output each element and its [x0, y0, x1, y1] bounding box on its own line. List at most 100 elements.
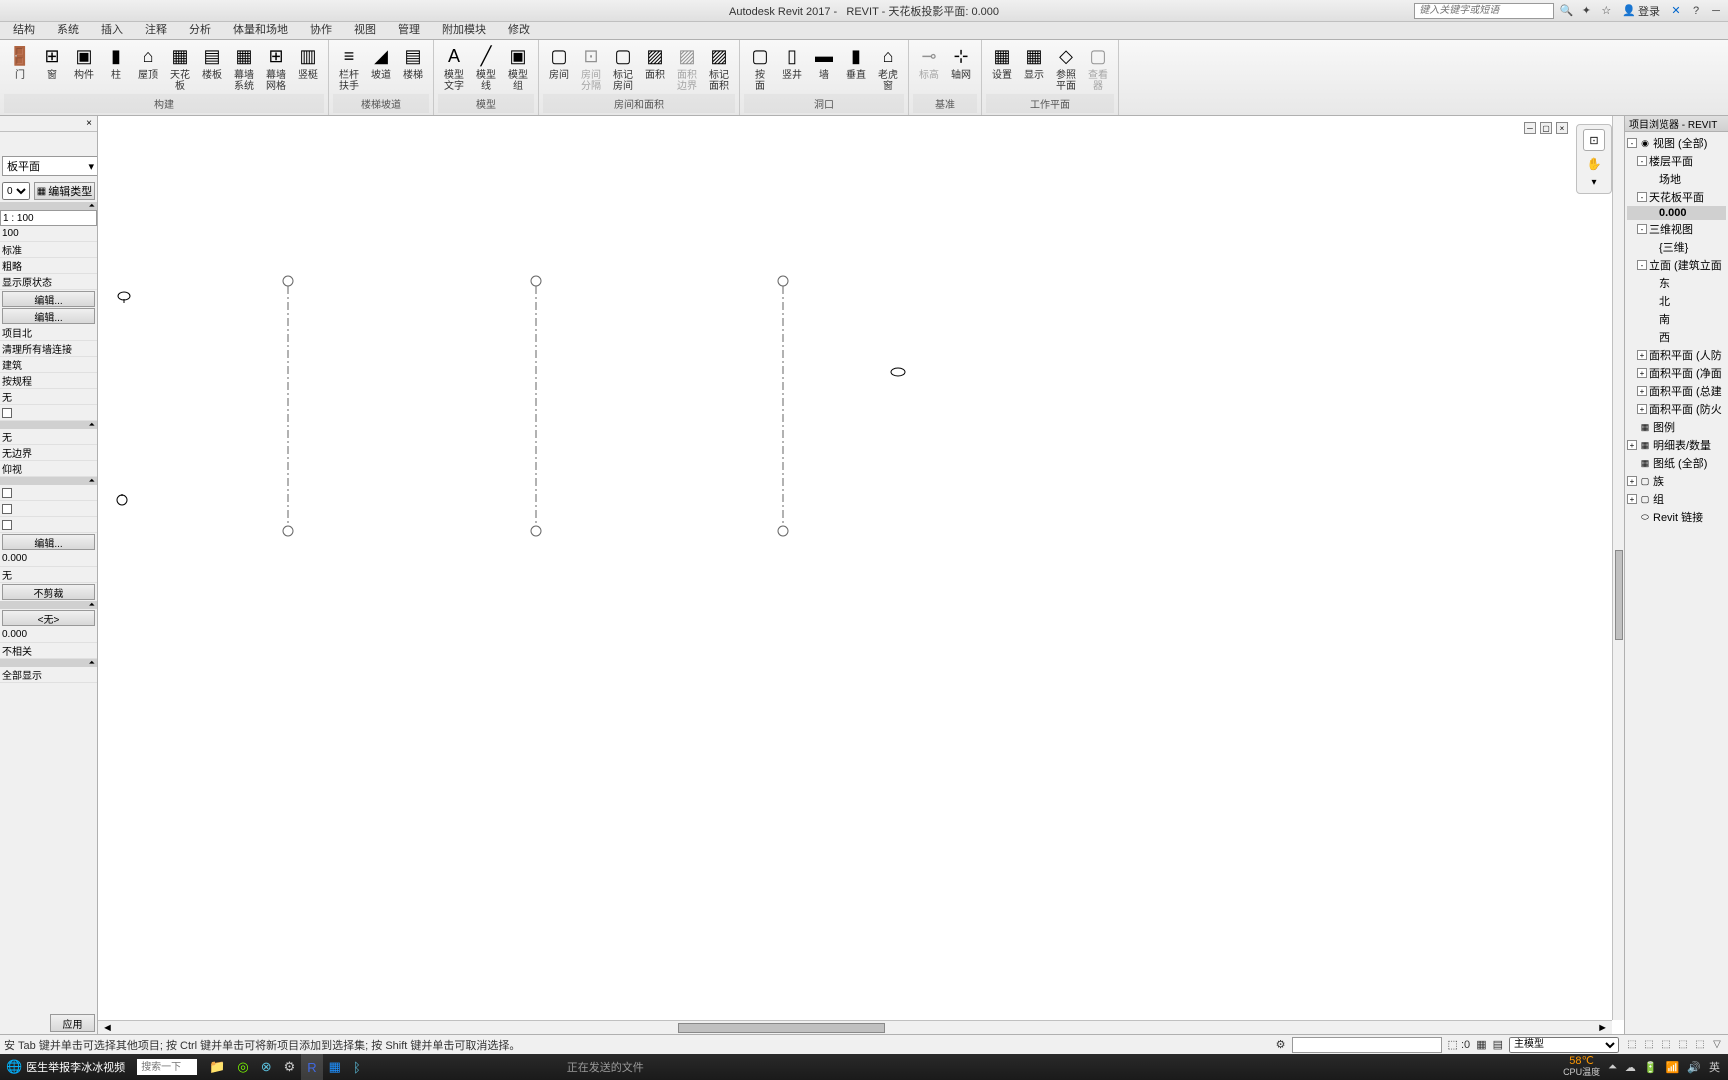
ribbon-mline[interactable]: ╱模型 线 [470, 42, 502, 94]
tree-toggle-icon[interactable]: + [1637, 386, 1647, 396]
property-row[interactable]: <无> [2, 610, 95, 626]
tree-item[interactable]: -◉视图 (全部) [1627, 134, 1726, 152]
workset-combo[interactable] [1292, 1037, 1442, 1053]
edit-type-button[interactable]: ▦ 编辑类型 [34, 182, 95, 200]
tree-item[interactable]: 东 [1627, 274, 1726, 292]
tree-item[interactable]: 南 [1627, 310, 1726, 328]
property-row[interactable]: 1 : 100 [0, 210, 97, 226]
search-icon[interactable]: 🔍 [1558, 3, 1574, 19]
drag-icon[interactable]: ⬚ [1693, 1038, 1707, 1052]
select-pinned-icon[interactable]: ⬚ [1659, 1038, 1673, 1052]
property-row[interactable]: 编辑... [2, 291, 95, 307]
ribbon-rail[interactable]: ≡栏杆扶手 [333, 42, 365, 94]
ribbon-stair[interactable]: ▤楼梯 [397, 42, 429, 83]
ribbon-area[interactable]: ▨面积 [639, 42, 671, 83]
pan-icon[interactable]: ✋ [1587, 157, 1602, 171]
tree-toggle-icon[interactable]: - [1637, 192, 1647, 202]
tree-item[interactable]: +▦明细表/数量 [1627, 436, 1726, 454]
ribbon-mtext[interactable]: A模型 文字 [438, 42, 470, 94]
tree-item[interactable]: 0.000 [1627, 206, 1726, 220]
taskbar-item[interactable]: ᛒ [347, 1054, 367, 1080]
ribbon-mullion[interactable]: ▥竖梃 [292, 42, 324, 83]
tree-item[interactable]: -楼层平面 [1627, 152, 1726, 170]
ribbon-cgrid[interactable]: ⊞幕墙 网格 [260, 42, 292, 94]
ribbon-floor[interactable]: ▤楼板 [196, 42, 228, 83]
tree-toggle-icon[interactable]: + [1627, 440, 1637, 450]
tree-item[interactable]: 西 [1627, 328, 1726, 346]
comm-icon[interactable]: ✦ [1578, 3, 1594, 19]
exchange-icon[interactable]: ✕ [1668, 3, 1684, 19]
type-selector[interactable]: 板平面▾ [2, 156, 98, 176]
filter-icon[interactable]: ▦ [1476, 1038, 1486, 1051]
tree-item[interactable]: ▦图例 [1627, 418, 1726, 436]
tree-item[interactable]: +面积平面 (总建 [1627, 382, 1726, 400]
tree-toggle-icon[interactable]: - [1637, 224, 1647, 234]
horizontal-scrollbar[interactable]: ◄ ► [98, 1020, 1612, 1034]
tree-toggle-icon[interactable]: + [1637, 404, 1647, 414]
design-option-combo[interactable]: 主模型 [1509, 1037, 1619, 1053]
taskbar-item[interactable]: ▦ [323, 1054, 347, 1080]
ribbon-curtain[interactable]: ▦幕墙 系统 [228, 42, 260, 94]
taskbar-item[interactable]: 📁 [203, 1054, 231, 1080]
property-row[interactable]: 编辑... [2, 308, 95, 324]
tree-item[interactable]: +面积平面 (净面 [1627, 364, 1726, 382]
help-icon[interactable]: ? [1688, 3, 1704, 19]
tree-item[interactable]: +面积平面 (防火 [1627, 400, 1726, 418]
tree-item[interactable]: ⬭Revit 链接 [1627, 508, 1726, 526]
tree-toggle-icon[interactable]: - [1637, 156, 1647, 166]
ribbon-ref[interactable]: ◇参照 平面 [1050, 42, 1082, 94]
ribbon-ramp[interactable]: ◢坡道 [365, 42, 397, 83]
ribbon-component[interactable]: ▣构件 [68, 42, 100, 83]
tree-item[interactable]: -天花板平面 [1627, 188, 1726, 206]
login-button[interactable]: 👤 登录 [1618, 3, 1664, 19]
status-icon2[interactable]: ▤ [1493, 1038, 1503, 1051]
steering-wheel-icon[interactable]: ⊡ [1583, 129, 1605, 151]
taskbar-item[interactable] [131, 1054, 203, 1080]
ribbon-room[interactable]: ▢房间 [543, 42, 575, 83]
ribbon-show[interactable]: ▦显示 [1018, 42, 1050, 83]
ribbon-column[interactable]: ▮柱 [100, 42, 132, 83]
ribbon-set[interactable]: ▦设置 [986, 42, 1018, 83]
ribbon-shaft[interactable]: ▯竖井 [776, 42, 808, 83]
select-links-icon[interactable]: ⬚ [1625, 1038, 1639, 1052]
taskbar-item[interactable]: 🌐医生举报李冰冰视频 [0, 1054, 131, 1080]
tree-item[interactable]: -三维视图 [1627, 220, 1726, 238]
drawing-canvas[interactable]: ─ ▢ × ⊡ ✋ ▾ ◄ ► [98, 116, 1624, 1034]
ribbon-door[interactable]: 🚪门 [4, 42, 36, 83]
property-row[interactable]: 编辑... [2, 534, 95, 550]
tree-item[interactable]: {三维} [1627, 238, 1726, 256]
tree-item[interactable]: +▢组 [1627, 490, 1726, 508]
minimize-icon[interactable]: ─ [1708, 3, 1724, 19]
system-tray[interactable]: 58℃CPU温度⏶☁🔋📶🔊英 [1563, 1056, 1728, 1078]
navigation-bar[interactable]: ⊡ ✋ ▾ [1576, 124, 1612, 194]
zoom-icon[interactable]: ▾ [1591, 177, 1596, 188]
ribbon-byface[interactable]: ▢按 面 [744, 42, 776, 94]
tree-toggle-icon[interactable]: + [1637, 350, 1647, 360]
tree-item[interactable]: +面积平面 (人防 [1627, 346, 1726, 364]
tree-item[interactable]: ▦图纸 (全部) [1627, 454, 1726, 472]
tree-toggle-icon[interactable]: + [1637, 368, 1647, 378]
ribbon-grid[interactable]: ⊹轴网 [945, 42, 977, 83]
view-min-icon[interactable]: ─ [1524, 122, 1536, 134]
tree-toggle-icon[interactable]: - [1637, 260, 1647, 270]
instance-count[interactable]: 0 [2, 182, 30, 200]
worksharing-icon[interactable]: ⚙ [1276, 1038, 1286, 1051]
view-max-icon[interactable]: ▢ [1540, 122, 1552, 134]
ribbon-vert[interactable]: ▮垂直 [840, 42, 872, 83]
filter2-icon[interactable]: ▽ [1710, 1038, 1724, 1052]
tree-item[interactable]: -立面 (建筑立面 [1627, 256, 1726, 274]
ribbon-window[interactable]: ⊞窗 [36, 42, 68, 83]
taskbar-item[interactable]: ⚙ [278, 1054, 302, 1080]
tree-toggle-icon[interactable]: + [1627, 494, 1637, 504]
apply-button[interactable]: 应用 [50, 1014, 95, 1032]
tree-item[interactable]: +▢族 [1627, 472, 1726, 490]
tree-item[interactable]: 北 [1627, 292, 1726, 310]
select-underlay-icon[interactable]: ⬚ [1642, 1038, 1656, 1052]
project-browser-tree[interactable]: -◉视图 (全部)-楼层平面场地-天花板平面0.000-三维视图{三维}-立面 … [1625, 132, 1728, 1034]
ribbon-mgroup[interactable]: ▣模型 组 [502, 42, 534, 94]
ribbon-wall[interactable]: ▬墙 [808, 42, 840, 83]
property-row[interactable]: 不剪裁 [2, 584, 95, 600]
taskbar-item[interactable]: ⊗ [255, 1054, 278, 1080]
taskbar-item[interactable]: R [301, 1054, 322, 1080]
ribbon-dormer[interactable]: ⌂老虎窗 [872, 42, 904, 94]
